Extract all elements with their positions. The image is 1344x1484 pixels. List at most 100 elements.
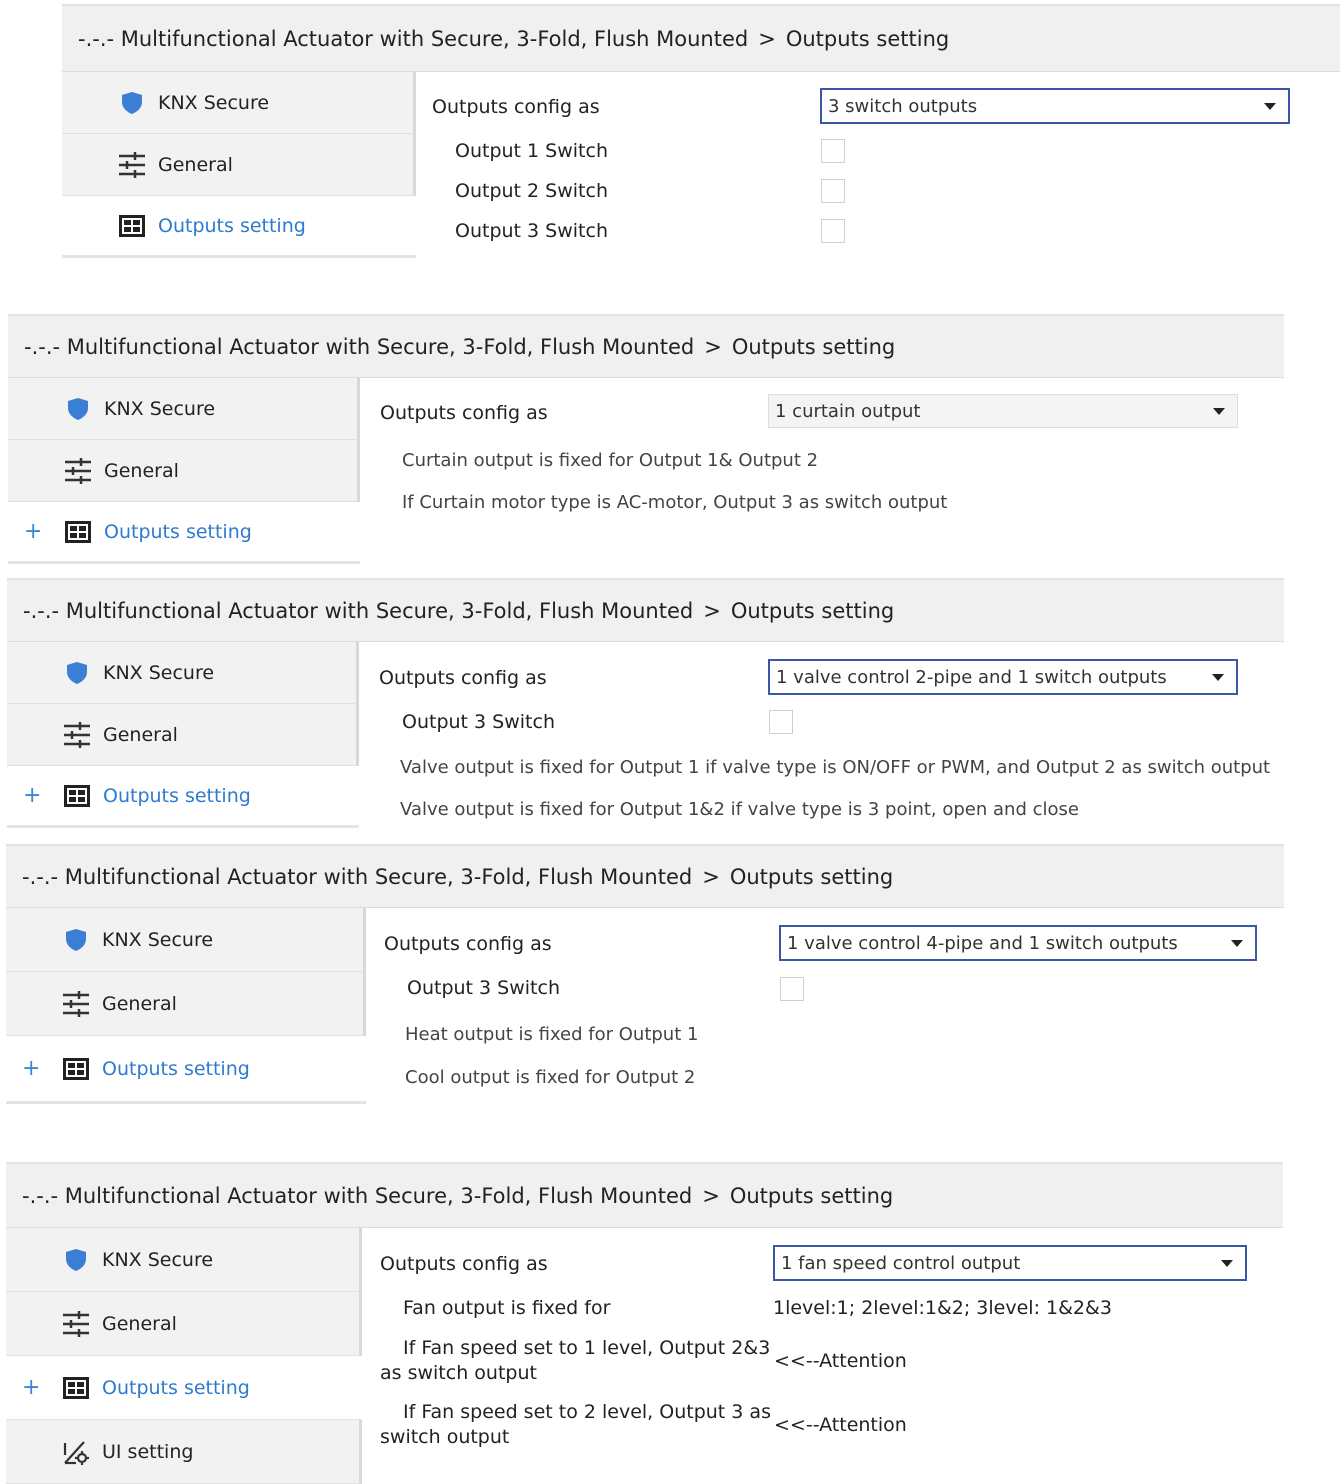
sliders-icon xyxy=(64,457,92,485)
panel-fan: -.-.- Multifunctional Actuator with Secu… xyxy=(6,1162,1283,1484)
sidebar-item-outputs-setting[interactable]: Outputs setting xyxy=(62,196,416,258)
select-value: 1 fan speed control output xyxy=(781,1252,1021,1274)
chevron-down-icon xyxy=(1212,674,1224,681)
outputs-config-label: Outputs config as xyxy=(380,402,548,424)
chevron-down-icon xyxy=(1264,103,1276,110)
outputs-config-label: Outputs config as xyxy=(380,1253,548,1275)
sidebar-item-label: Outputs setting xyxy=(103,784,251,807)
sidebar-item-label: General xyxy=(102,1312,177,1335)
sidebar-item-general[interactable]: General xyxy=(6,972,366,1036)
expand-icon[interactable]: + xyxy=(23,783,41,808)
sliders-icon xyxy=(118,151,146,179)
select-value: 3 switch outputs xyxy=(828,95,978,117)
sidebar-item-knx-secure[interactable]: KNX Secure xyxy=(7,642,359,704)
outputs-config-label: Outputs config as xyxy=(432,96,600,118)
sidebar: KNX Secure General + Outputs setting xyxy=(7,642,359,828)
select-value: 1 valve control 4-pipe and 1 switch outp… xyxy=(787,932,1178,954)
sidebar-item-knx-secure[interactable]: KNX Secure xyxy=(62,72,416,134)
shield-icon xyxy=(118,89,146,117)
grid-icon xyxy=(63,782,91,810)
header-page: Outputs setting xyxy=(730,598,895,623)
chevron-down-icon xyxy=(1221,1260,1233,1267)
output3-switch-checkbox[interactable] xyxy=(821,219,845,243)
sidebar-item-general[interactable]: General xyxy=(6,1292,362,1356)
page-header: -.-.- Multifunctional Actuator with Secu… xyxy=(6,1162,1283,1228)
header-separator: > xyxy=(702,864,720,889)
sidebar-item-general[interactable]: General xyxy=(8,440,360,502)
sidebar-item-label: UI setting xyxy=(102,1440,194,1463)
output1-switch-checkbox[interactable] xyxy=(821,139,845,163)
panel-valve-2pipe: -.-.- Multifunctional Actuator with Secu… xyxy=(7,578,1284,834)
expand-icon[interactable]: + xyxy=(22,1056,40,1081)
sidebar-item-outputs-setting[interactable]: + Outputs setting xyxy=(7,766,359,828)
sidebar: KNX Secure General + Outputs setting UI … xyxy=(6,1228,362,1484)
output3-switch-label: Output 3 Switch xyxy=(402,711,555,733)
outputs-config-label: Outputs config as xyxy=(384,933,552,955)
page-header: -.-.- Multifunctional Actuator with Secu… xyxy=(6,844,1284,908)
sidebar-item-outputs-setting[interactable]: + Outputs setting xyxy=(6,1036,366,1104)
expand-icon[interactable]: + xyxy=(22,1375,40,1400)
page-header: -.-.- Multifunctional Actuator with Secu… xyxy=(62,4,1340,72)
sidebar: KNX Secure General + Outputs setting xyxy=(8,378,360,564)
shield-icon xyxy=(63,659,91,687)
output2-switch-checkbox[interactable] xyxy=(821,179,845,203)
output2-switch-label: Output 2 Switch xyxy=(455,180,608,202)
sidebar-item-outputs-setting[interactable]: + Outputs setting xyxy=(6,1356,362,1420)
ui-setting-icon xyxy=(62,1438,90,1466)
expand-icon[interactable]: + xyxy=(24,519,42,544)
cool-note: Cool output is fixed for Output 2 xyxy=(405,1067,696,1088)
output3-switch-checkbox[interactable] xyxy=(769,710,793,734)
shield-icon xyxy=(62,1246,90,1274)
sliders-icon xyxy=(62,1310,90,1338)
sidebar-item-label: KNX Secure xyxy=(103,661,215,684)
curtain-note-2: If Curtain motor type is AC-motor, Outpu… xyxy=(402,492,948,513)
header-device: -.-.- Multifunctional Actuator with Secu… xyxy=(22,864,693,889)
panel-3-switch: -.-.- Multifunctional Actuator with Secu… xyxy=(62,4,1340,266)
curtain-note-1: Curtain output is fixed for Output 1& Ou… xyxy=(402,450,819,471)
header-device: -.-.- Multifunctional Actuator with Secu… xyxy=(24,334,695,359)
outputs-config-select[interactable]: 1 fan speed control output xyxy=(773,1245,1247,1281)
sidebar-item-label: KNX Secure xyxy=(102,1248,214,1271)
shield-icon xyxy=(64,395,92,423)
select-value: 1 valve control 2-pipe and 1 switch outp… xyxy=(776,666,1167,688)
outputs-config-select[interactable]: 3 switch outputs xyxy=(820,88,1290,124)
sliders-icon xyxy=(62,990,90,1018)
fan-level2-text: If Fan speed set to 2 level, Output 3 as… xyxy=(380,1400,772,1450)
header-separator: > xyxy=(702,1183,720,1208)
fan-fixed-value: 1level:1; 2level:1&2; 3level: 1&2&3 xyxy=(773,1297,1112,1319)
header-device: -.-.- Multifunctional Actuator with Secu… xyxy=(22,1183,693,1208)
sidebar-item-label: KNX Secure xyxy=(104,397,216,420)
header-separator: > xyxy=(758,26,776,51)
fan-level2-label: If Fan speed set to 2 level, Output 3 as… xyxy=(380,1401,771,1448)
sidebar-item-outputs-setting[interactable]: + Outputs setting xyxy=(8,502,360,564)
outputs-config-select[interactable]: 1 curtain output xyxy=(768,394,1238,428)
page-header: -.-.- Multifunctional Actuator with Secu… xyxy=(7,578,1284,642)
header-device: -.-.- Multifunctional Actuator with Secu… xyxy=(78,26,749,51)
sidebar-item-knx-secure[interactable]: KNX Secure xyxy=(8,378,360,440)
sidebar-item-label: Outputs setting xyxy=(158,214,306,237)
outputs-config-select[interactable]: 1 valve control 4-pipe and 1 switch outp… xyxy=(779,925,1257,961)
header-page: Outputs setting xyxy=(729,1183,894,1208)
sidebar-item-general[interactable]: General xyxy=(62,134,416,196)
outputs-config-select[interactable]: 1 valve control 2-pipe and 1 switch outp… xyxy=(768,659,1238,695)
page-header: -.-.- Multifunctional Actuator with Secu… xyxy=(8,314,1284,378)
valve-note-1: Valve output is fixed for Output 1 if va… xyxy=(400,757,1271,778)
header-separator: > xyxy=(703,598,721,623)
sidebar: KNX Secure General Outputs setting xyxy=(62,72,416,258)
sidebar-item-knx-secure[interactable]: KNX Secure xyxy=(6,908,366,972)
output3-switch-checkbox[interactable] xyxy=(780,977,804,1001)
sidebar-item-general[interactable]: General xyxy=(7,704,359,766)
panel-valve-4pipe: -.-.- Multifunctional Actuator with Secu… xyxy=(6,844,1284,1108)
sidebar-item-label: General xyxy=(102,992,177,1015)
sidebar-item-knx-secure[interactable]: KNX Secure xyxy=(6,1228,362,1292)
heat-note: Heat output is fixed for Output 1 xyxy=(405,1024,699,1045)
sidebar-item-label: Outputs setting xyxy=(102,1376,250,1399)
output3-switch-label: Output 3 Switch xyxy=(407,977,560,999)
sidebar-item-label: General xyxy=(158,153,233,176)
sidebar-item-ui-setting[interactable]: UI setting xyxy=(6,1420,362,1484)
sidebar-item-label: Outputs setting xyxy=(102,1057,250,1080)
select-value: 1 curtain output xyxy=(775,400,921,422)
sidebar-item-label: Outputs setting xyxy=(104,520,252,543)
sidebar-item-label: KNX Secure xyxy=(102,928,214,951)
output1-switch-label: Output 1 Switch xyxy=(455,140,608,162)
